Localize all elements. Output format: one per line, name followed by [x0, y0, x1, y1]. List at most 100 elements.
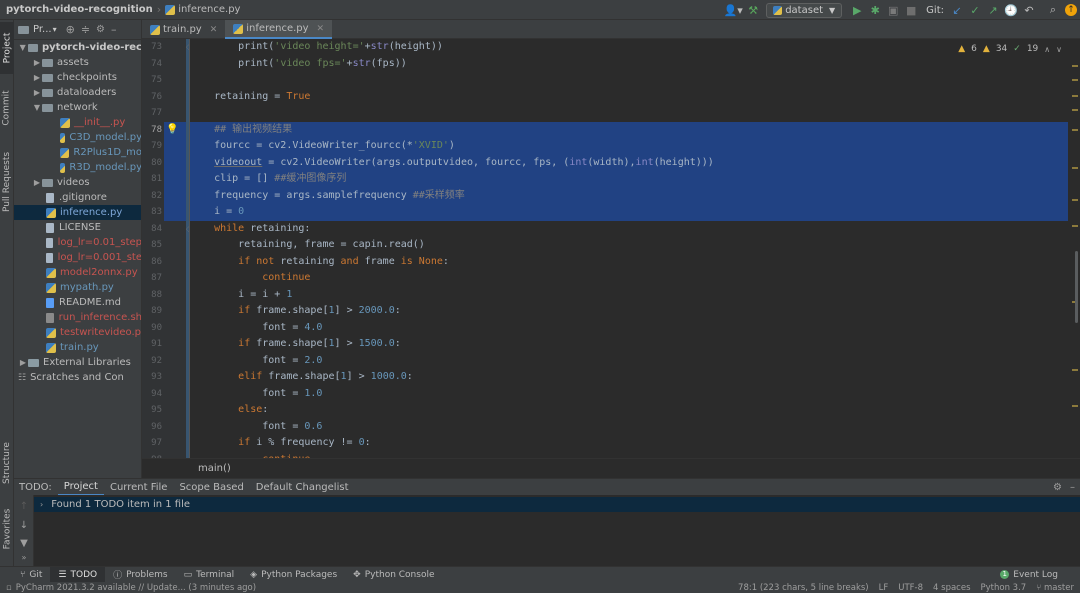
tree-item[interactable]: ▶ External Libraries [14, 355, 141, 370]
chevron-right-icon[interactable]: ▶ [18, 358, 28, 367]
coverage-icon[interactable]: ▣ [884, 1, 902, 19]
code-line[interactable]: if frame.shape[1] > 1500.0: [190, 336, 1068, 353]
git-push-icon[interactable]: ↗ [984, 1, 1002, 19]
hide-icon[interactable]: – [1070, 482, 1075, 493]
tree-item[interactable]: ☷ Scratches and Con [14, 370, 141, 385]
tree-item[interactable]: .gitignore [14, 190, 141, 205]
editor-scrollbar[interactable] [1068, 39, 1080, 458]
structure-tool-tab[interactable]: Structure [0, 434, 14, 492]
tree-item[interactable]: LICENSE [14, 220, 141, 235]
close-icon[interactable]: ✕ [210, 25, 218, 35]
rollback-icon[interactable]: ↶ [1020, 1, 1038, 19]
git-update-icon[interactable]: ↙ [948, 1, 966, 19]
code-line[interactable]: elif frame.shape[1] > 1000.0: [190, 369, 1068, 386]
tree-item[interactable]: ▶ assets [14, 55, 141, 70]
code-line[interactable]: clip = [] ##缓冲图像序列 [190, 171, 1068, 188]
line-separator[interactable]: LF [879, 583, 889, 593]
chevron-right-icon[interactable]: ▶ [32, 178, 42, 187]
tree-item[interactable]: mypath.py [14, 280, 141, 295]
arrow-up-icon[interactable]: ↑ [14, 501, 34, 512]
tree-item[interactable]: model2onnx.py [14, 265, 141, 280]
code-line[interactable]: font = 1.0 [190, 386, 1068, 403]
project-tool-tab[interactable]: Project [0, 22, 14, 74]
hide-icon[interactable]: – [111, 23, 117, 36]
code-line[interactable]: i = i + 1 [190, 287, 1068, 304]
code-line[interactable]: font = 0.6 [190, 419, 1068, 436]
code-line[interactable]: if i % frequency != 0: [190, 435, 1068, 452]
inspection-widget[interactable]: ▲ 6 ▲ 34 ✓ 19 ∧ ∨ [958, 44, 1062, 54]
code-line[interactable]: font = 2.0 [190, 353, 1068, 370]
chevron-right-icon[interactable]: ▶ [32, 73, 42, 82]
code-line[interactable] [190, 105, 1068, 122]
code-line[interactable]: retaining, frame = capin.read() [190, 237, 1068, 254]
gear-icon[interactable]: ⚙ [1053, 482, 1062, 493]
history-icon[interactable]: 🕘 [1002, 1, 1020, 19]
code-line[interactable]: frequency = args.samplefrequency ##采样频率 [190, 187, 1068, 204]
tree-item[interactable]: train.py [14, 340, 141, 355]
tree-item[interactable]: inference.py [14, 205, 141, 220]
tool-problems[interactable]: ⓘ Problems [105, 567, 176, 583]
tree-item[interactable]: ▼ network [14, 100, 141, 115]
lightbulb-icon[interactable]: 💡 [166, 122, 178, 139]
code-line[interactable]: while retaining: [190, 221, 1068, 238]
code-line[interactable]: font = 4.0 [190, 320, 1068, 337]
tree-item[interactable]: README.md [14, 295, 141, 310]
user-icon[interactable]: 👤▾ [722, 1, 744, 19]
updates-icon[interactable]: ↑ [1062, 1, 1080, 19]
tool-git[interactable]: ⑂ Git [0, 567, 50, 583]
tree-item[interactable]: log_lr=0.01_step [14, 235, 141, 250]
code-line[interactable]: retaining = True [190, 89, 1068, 106]
code-line[interactable]: print('video fps='+str(fps)) [190, 56, 1068, 73]
breadcrumb-file[interactable]: inference.py [165, 4, 240, 15]
tree-item[interactable]: R3D_model.py [14, 160, 141, 175]
code-line[interactable] [190, 72, 1068, 89]
code-editor[interactable]: print('video height='+str(height)) print… [190, 39, 1068, 458]
tree-item[interactable]: testwritevideo.p [14, 325, 141, 340]
debug-icon[interactable]: ✱ [866, 1, 884, 19]
tree-item[interactable]: R2Plus1D_mo [14, 145, 141, 160]
code-line[interactable]: ## 输出视频结果 [190, 121, 1068, 138]
close-icon[interactable]: ✕ [317, 24, 325, 34]
todo-result-row[interactable]: › Found 1 TODO item in 1 file [34, 497, 1080, 512]
indent-setting[interactable]: 4 spaces [933, 583, 970, 593]
tool-python-console[interactable]: ✥ Python Console [345, 567, 442, 583]
tool-todo[interactable]: ☰ TODO [50, 566, 106, 583]
tree-item[interactable]: C3D_model.py [14, 130, 141, 145]
code-line[interactable]: else: [190, 402, 1068, 419]
code-line[interactable]: videoout = cv2.VideoWriter(args.outputvi… [190, 154, 1068, 171]
code-line[interactable]: print('video height='+str(height)) [190, 39, 1068, 56]
chevron-right-icon[interactable]: ▶ [32, 58, 42, 67]
chevron-down-icon[interactable]: ▼ [32, 103, 42, 112]
run-configuration-select[interactable]: dataset ▼ [766, 2, 843, 18]
tree-item[interactable]: ▶ dataloaders [14, 85, 141, 100]
tab-current-file[interactable]: Current File [104, 479, 173, 496]
code-line[interactable]: fourcc = cv2.VideoWriter_fourcc(*'XVID') [190, 138, 1068, 155]
code-breadcrumb[interactable]: main() [142, 458, 1080, 478]
file-encoding[interactable]: UTF-8 [898, 583, 923, 593]
code-line[interactable]: if not retaining and frame is None: [190, 254, 1068, 271]
favorites-tool-tab[interactable]: Favorites [0, 500, 14, 558]
collapse-all-icon[interactable]: ≑ [81, 23, 90, 36]
tab-train-py[interactable]: train.py ✕ [142, 20, 225, 39]
filter-icon[interactable]: ▼ [14, 538, 34, 549]
chevron-up-icon[interactable]: ∧ [1044, 45, 1050, 54]
arrow-down-icon[interactable]: ↓ [14, 520, 34, 531]
project-view-select[interactable]: Pr... [33, 24, 52, 35]
tree-item[interactable]: __init__.py [14, 115, 141, 130]
tab-default-changelist[interactable]: Default Changelist [250, 479, 355, 496]
tree-item[interactable]: log_lr=0.001_ste [14, 250, 141, 265]
git-branch-widget[interactable]: ⑂ master [1036, 583, 1074, 593]
tab-scope-based[interactable]: Scope Based [173, 479, 249, 496]
hammer-icon[interactable]: ⚒ [744, 1, 762, 19]
tool-python-packages[interactable]: ◈ Python Packages [242, 567, 345, 583]
pull-requests-tool-tab[interactable]: Pull Requests [0, 142, 14, 222]
search-icon[interactable]: ⌕ [1044, 1, 1062, 19]
stop-icon[interactable]: ■ [902, 1, 920, 19]
code-line[interactable]: if frame.shape[1] > 2000.0: [190, 303, 1068, 320]
gear-icon[interactable]: ⚙ [96, 24, 105, 35]
python-interpreter[interactable]: Python 3.7 [981, 583, 1027, 593]
run-icon[interactable]: ▶ [848, 1, 866, 19]
tool-event-log[interactable]: 1 Event Log [992, 567, 1066, 583]
tab-project[interactable]: Project [57, 479, 104, 496]
chevron-down-icon[interactable]: ∨ [1056, 45, 1062, 54]
